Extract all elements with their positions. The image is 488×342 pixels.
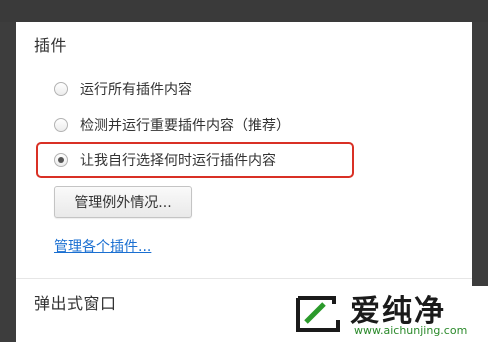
plugins-section-title: 插件 bbox=[34, 36, 68, 55]
radio-run-all-plugins[interactable]: 运行所有插件内容 bbox=[54, 78, 192, 100]
radio-button-checked-icon[interactable] bbox=[54, 153, 68, 167]
radio-label: 检测并运行重要插件内容（推荐） bbox=[80, 118, 290, 134]
manage-plugins-link[interactable]: 管理各个插件... bbox=[54, 236, 151, 256]
watermark: 爱纯净 www.aichunjing.com bbox=[288, 286, 488, 342]
popups-section-title: 弹出式窗口 bbox=[34, 294, 117, 313]
radio-button-icon[interactable] bbox=[54, 82, 68, 96]
radio-label: 运行所有插件内容 bbox=[80, 82, 192, 98]
radio-let-me-choose[interactable]: 让我自行选择何时运行插件内容 bbox=[54, 149, 276, 171]
radio-button-icon[interactable] bbox=[54, 118, 68, 132]
top-dark-strip bbox=[0, 0, 488, 22]
manage-exceptions-button[interactable]: 管理例外情况... bbox=[54, 186, 192, 218]
watermark-url: www.aichunjing.com bbox=[354, 324, 468, 337]
radio-detect-important-plugins[interactable]: 检测并运行重要插件内容（推荐） bbox=[54, 114, 290, 136]
radio-label: 让我自行选择何时运行插件内容 bbox=[80, 153, 276, 169]
watermark-logo-icon bbox=[296, 296, 340, 332]
section-divider bbox=[16, 278, 472, 279]
